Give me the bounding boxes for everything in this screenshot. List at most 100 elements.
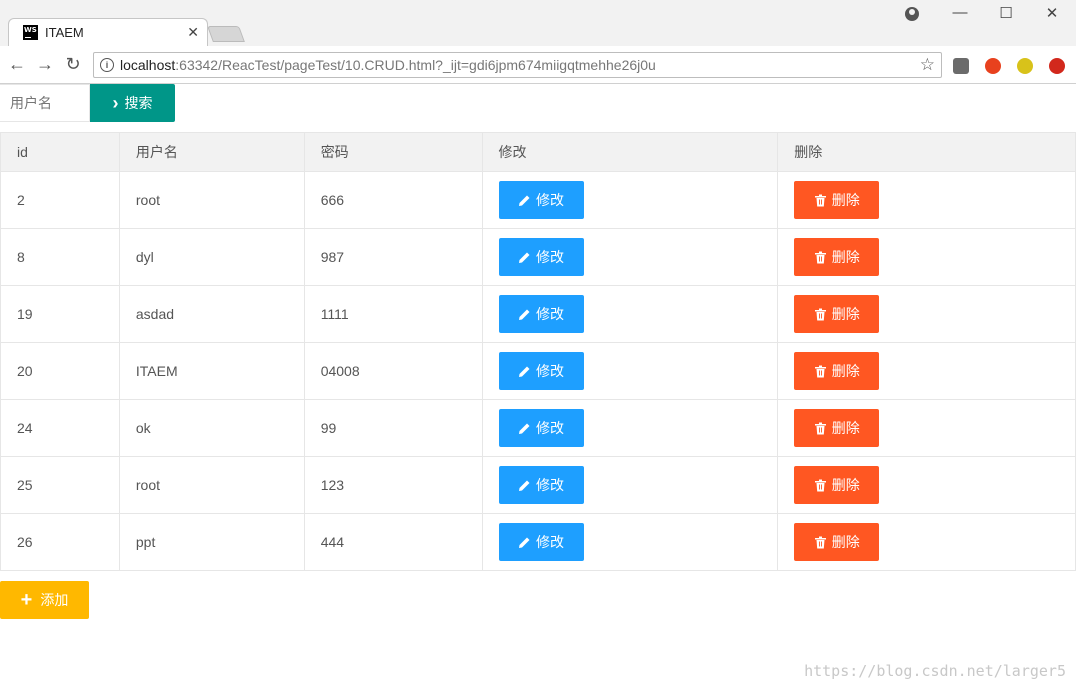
close-icon[interactable]: ✕ (1037, 4, 1067, 22)
cell-delete: 删除 (777, 228, 1076, 286)
edit-button[interactable]: 修改 (498, 181, 584, 219)
table-row: 20 ITAEM 04008 修改 删除 (0, 342, 1076, 400)
delete-button-label: 删除 (831, 249, 860, 265)
cell-password: 04008 (303, 342, 483, 400)
cell-id: 25 (0, 456, 120, 514)
trash-icon (814, 479, 826, 491)
pencil-icon (519, 537, 530, 548)
delete-button[interactable]: 删除 (794, 181, 880, 219)
address-bar[interactable]: i localhost :63342/ReacTest/pageTest/10.… (93, 52, 942, 78)
cell-id: 19 (0, 285, 120, 343)
table-row: 8 dyl 987 修改 删除 (0, 228, 1076, 286)
trash-icon (814, 365, 826, 377)
delete-button-label: 删除 (831, 192, 860, 208)
delete-button[interactable]: 删除 (794, 409, 880, 447)
edit-button[interactable]: 修改 (498, 409, 584, 447)
cell-username: root (118, 171, 305, 229)
delete-button-label: 删除 (831, 363, 860, 379)
search-button-label: 搜索 (124, 95, 153, 111)
browser-toolbar: ← → ↻ i localhost :63342/ReacTest/pageTe… (0, 46, 1076, 84)
plus-icon: + (20, 588, 33, 611)
cell-id: 2 (0, 171, 120, 229)
cell-id: 26 (0, 513, 120, 571)
edit-button-label: 修改 (536, 306, 565, 322)
cell-username: asdad (118, 285, 305, 343)
edit-button-label: 修改 (536, 477, 565, 493)
header-edit: 修改 (481, 132, 779, 172)
header-delete: 删除 (777, 132, 1076, 172)
delete-button-label: 删除 (831, 477, 860, 493)
delete-button-label: 删除 (831, 306, 860, 322)
trash-icon (814, 251, 826, 263)
search-input[interactable] (0, 84, 90, 122)
add-button[interactable]: + 添加 (0, 581, 89, 619)
edit-button[interactable]: 修改 (498, 238, 584, 276)
pencil-icon (519, 480, 530, 491)
header-username: 用户名 (118, 132, 305, 172)
cell-username: ok (118, 399, 305, 457)
angular-extension-icon[interactable] (953, 58, 969, 74)
cell-edit: 修改 (481, 513, 779, 571)
webstorm-logo-icon: WS (23, 25, 38, 40)
edit-button-label: 修改 (536, 363, 565, 379)
cell-delete: 删除 (777, 513, 1076, 571)
table-row: 24 ok 99 修改 删除 (0, 399, 1076, 457)
edit-button[interactable]: 修改 (498, 352, 584, 390)
trash-icon (814, 308, 826, 320)
cell-id: 20 (0, 342, 120, 400)
search-button[interactable]: › 搜索 (90, 84, 175, 122)
cell-delete: 删除 (777, 342, 1076, 400)
cell-username: root (118, 456, 305, 514)
tab-close-icon[interactable]: ✕ (187, 24, 199, 41)
pencil-icon (519, 309, 530, 320)
cell-password: 444 (303, 513, 483, 571)
user-table: id 用户名 密码 修改 删除 2 root 666 修改 删除 8 dyl 987 修改 删除 1… (0, 132, 1076, 571)
minimize-icon[interactable]: — (945, 4, 975, 21)
cell-password: 99 (303, 399, 483, 457)
edit-button-label: 修改 (536, 192, 565, 208)
cell-delete: 删除 (777, 456, 1076, 514)
star-icon[interactable]: ☆ (920, 55, 935, 75)
edit-button-label: 修改 (536, 249, 565, 265)
browser-titlebar: WS ITAEM ✕ — ☐ ✕ (0, 0, 1076, 46)
cell-password: 1111 (303, 285, 483, 343)
trash-icon (814, 536, 826, 548)
cell-id: 8 (0, 228, 120, 286)
chevron-right-icon: › (112, 92, 119, 113)
extension-plus-icon[interactable] (1017, 58, 1033, 74)
extension-infinity-icon[interactable] (985, 58, 1001, 74)
delete-button[interactable]: 删除 (794, 238, 880, 276)
delete-button[interactable]: 删除 (794, 523, 880, 561)
pencil-icon (519, 423, 530, 434)
edit-button[interactable]: 修改 (498, 466, 584, 504)
maximize-icon[interactable]: ☐ (991, 4, 1021, 22)
trash-icon (814, 194, 826, 206)
edit-button-label: 修改 (536, 420, 565, 436)
page-content: › 搜索 id 用户名 密码 修改 删除 2root666修改删除8dyl987… (0, 84, 1076, 690)
cell-edit: 修改 (481, 171, 779, 229)
back-icon[interactable]: ← (6, 54, 28, 75)
pencil-icon (519, 195, 530, 206)
info-icon[interactable]: i (100, 58, 114, 72)
table-row: 2 root 666 修改 删除 (0, 171, 1076, 229)
profile-icon[interactable] (905, 7, 919, 21)
table-row: 19 asdad 1111 修改 删除 (0, 285, 1076, 343)
cell-password: 987 (303, 228, 483, 286)
new-tab-button[interactable] (207, 26, 245, 42)
delete-button[interactable]: 删除 (794, 295, 880, 333)
forward-icon[interactable]: → (34, 54, 56, 75)
delete-button[interactable]: 删除 (794, 466, 880, 504)
table-row: 25 root 123 修改 删除 (0, 456, 1076, 514)
cell-delete: 删除 (777, 171, 1076, 229)
cell-username: ppt (118, 513, 305, 571)
edit-button[interactable]: 修改 (498, 295, 584, 333)
cell-id: 24 (0, 399, 120, 457)
edit-button[interactable]: 修改 (498, 523, 584, 561)
cell-username: ITAEM (118, 342, 305, 400)
extension-upload-icon[interactable] (1049, 58, 1065, 74)
reload-icon[interactable]: ↻ (62, 54, 84, 75)
table-row: 26 ppt 444 修改 删除 (0, 513, 1076, 571)
browser-tab[interactable]: WS ITAEM ✕ (8, 18, 208, 46)
delete-button[interactable]: 删除 (794, 352, 880, 390)
cell-edit: 修改 (481, 285, 779, 343)
